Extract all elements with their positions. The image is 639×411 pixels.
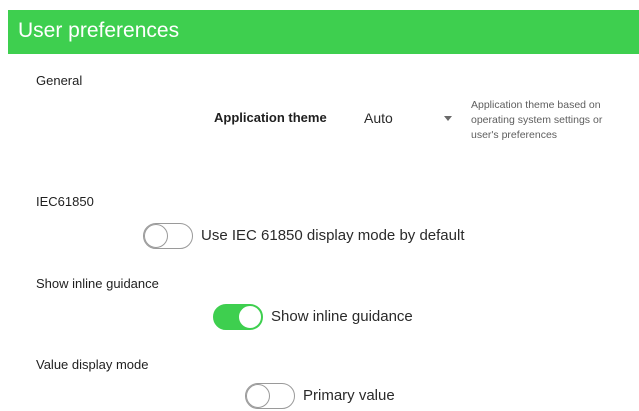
inline-guidance-toggle[interactable] [213,304,263,330]
section-label-general: General [36,73,83,88]
toggle-knob [246,384,270,408]
section-label-iec61850: IEC61850 [36,194,94,209]
application-theme-help-text: Application theme based on operating sys… [471,99,603,141]
page-title: User preferences [18,19,180,42]
iec61850-display-mode-label: Use IEC 61850 display mode by default [201,227,465,244]
primary-value-toggle[interactable] [245,383,295,409]
user-preferences-page: User preferences General Application the… [0,0,639,411]
header-bar: User preferences [8,10,639,54]
application-theme-select[interactable]: Auto [358,104,458,132]
chevron-down-icon [444,116,452,121]
section-label-inline-guidance: Show inline guidance [36,276,159,291]
application-theme-value: Auto [364,110,393,126]
toggle-knob [144,224,168,248]
section-label-value-display-mode: Value display mode [36,357,149,372]
iec61850-display-mode-toggle[interactable] [143,223,193,249]
inline-guidance-label: Show inline guidance [271,308,413,325]
primary-value-label: Primary value [303,387,395,404]
inline-guidance-toggle-row[interactable]: Show inline guidance [213,304,413,330]
value-display-mode-toggle-row[interactable]: Primary value [245,383,395,409]
iec61850-toggle-row[interactable]: Use IEC 61850 display mode by default [143,223,465,249]
application-theme-label: Application theme [214,110,327,125]
toggle-knob [238,305,262,329]
